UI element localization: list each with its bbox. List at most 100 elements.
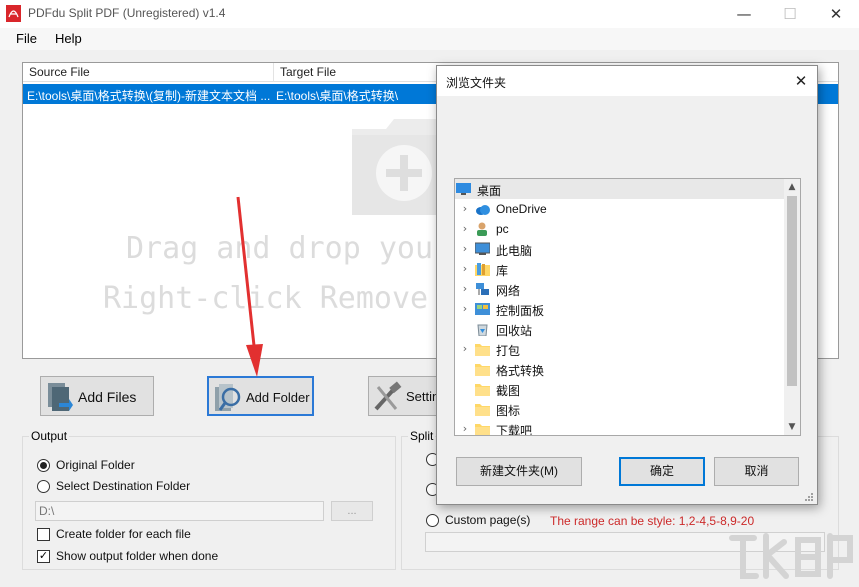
chevron-right-icon[interactable]: › — [459, 299, 471, 319]
tree-item-label: 此电脑 — [496, 244, 533, 258]
chevron-right-icon[interactable]: › — [459, 259, 471, 279]
tree-item[interactable]: › 打包 — [455, 339, 785, 359]
maximize-button[interactable]: ☐ — [767, 0, 813, 28]
select-destination-label[interactable]: Select Destination Folder — [56, 479, 190, 493]
original-folder-label[interactable]: Original Folder — [56, 458, 135, 472]
user-icon — [477, 222, 487, 236]
create-folder-checkbox[interactable] — [37, 528, 50, 541]
browse-button[interactable]: ... — [331, 501, 373, 521]
tree-item[interactable]: 桌面 — [455, 179, 785, 199]
tree-item[interactable]: › 此电脑 — [455, 239, 785, 259]
custom-pages-label[interactable]: Custom page(s) — [445, 513, 530, 527]
close-button[interactable]: ✕ — [813, 0, 859, 28]
tree-item[interactable]: › 库 — [455, 259, 785, 279]
tree-item-label: 打包 — [496, 344, 521, 358]
dialog-title-bar: 浏览文件夹 ✕ — [437, 66, 817, 96]
select-destination-radio[interactable] — [37, 480, 50, 493]
folder-add-icon — [352, 119, 444, 215]
original-folder-radio[interactable] — [37, 459, 50, 472]
folder-tree[interactable]: 桌面 › OneDrive › pc › 此电脑 › 库 › 网络 › 控制面板 回收站 › 打包 格式转换 截图… — [454, 178, 801, 436]
settings-label: Settin — [406, 389, 440, 404]
cancel-button[interactable]: 取消 — [714, 457, 799, 486]
target-file-cell: E:\tools\桌面\格式转换\ — [276, 89, 399, 103]
cloud-icon — [476, 205, 490, 215]
menu-file[interactable]: File — [16, 31, 37, 46]
output-legend: Output — [29, 429, 70, 443]
browse-folder-dialog: 浏览文件夹 ✕ 桌面 › OneDrive › pc › 此电脑 › 库 › 网络 › 控制面板 回收站 ›… — [436, 65, 818, 505]
tree-item[interactable]: › OneDrive — [455, 199, 785, 219]
title-bar: PDFdu Split PDF (Unregistered) v1.4 — ☐ … — [0, 0, 859, 28]
red-arrow-icon — [236, 196, 263, 377]
folder-icon — [475, 364, 490, 376]
chevron-right-icon[interactable]: › — [459, 279, 471, 299]
folder-icon — [475, 344, 490, 356]
tree-item[interactable]: › 控制面板 — [455, 299, 785, 319]
add-files-button[interactable]: Add Files — [40, 376, 154, 416]
show-output-label[interactable]: Show output folder when done — [56, 549, 218, 563]
tree-item[interactable]: 截图 — [455, 379, 785, 399]
tree-item[interactable]: 格式转换 — [455, 359, 785, 379]
tree-item-label: OneDrive — [496, 202, 547, 216]
site-logo-icon — [729, 533, 853, 579]
tree-item[interactable]: › 下载吧 — [455, 419, 785, 436]
tree-item-label: 格式转换 — [496, 364, 545, 378]
scroll-up-arrow-icon[interactable]: ▲ — [784, 179, 800, 195]
tree-item-label: 桌面 — [477, 184, 502, 198]
chevron-right-icon[interactable]: › — [459, 339, 471, 359]
scroll-down-arrow-icon[interactable]: ▼ — [784, 419, 800, 435]
tree-item[interactable]: 图标 — [455, 399, 785, 419]
tree-item-label: pc — [496, 222, 509, 236]
chevron-right-icon[interactable]: › — [459, 199, 471, 219]
tree-item[interactable]: › pc — [455, 219, 785, 239]
chevron-right-icon[interactable]: › — [459, 219, 471, 239]
create-folder-label[interactable]: Create folder for each file — [56, 527, 191, 541]
tree-item-label: 库 — [496, 264, 509, 278]
window-title: PDFdu Split PDF (Unregistered) v1.4 — [28, 6, 226, 20]
range-hint: The range can be style: 1,2-4,5-8,9-20 — [550, 514, 755, 528]
tree-item-label: 网络 — [496, 284, 521, 298]
source-file-cell: E:\tools\桌面\格式转换\(复制)-新建文本文档 ... — [27, 89, 271, 103]
scroll-thumb[interactable] — [787, 196, 797, 386]
folder-icon — [475, 404, 490, 416]
tree-item-label: 下载吧 — [496, 424, 533, 436]
add-files-label: Add Files — [78, 389, 137, 405]
drop-hint-line1: Drag and drop your — [126, 231, 452, 266]
library-icon — [475, 263, 490, 276]
tools-icon — [374, 381, 402, 411]
add-folder-icon — [215, 384, 241, 411]
tree-item[interactable]: › 网络 — [455, 279, 785, 299]
tree-item-label: 回收站 — [496, 324, 533, 338]
network-icon — [476, 283, 489, 295]
control-panel-icon — [475, 303, 490, 315]
folder-icon — [475, 384, 490, 396]
destination-folder-input[interactable]: D:\ — [35, 501, 324, 521]
tree-item[interactable]: 回收站 — [455, 319, 785, 339]
pdf-icon — [6, 5, 21, 22]
new-folder-button[interactable]: 新建文件夹(M) — [456, 457, 582, 486]
tree-item-label: 控制面板 — [496, 304, 545, 318]
menu-help[interactable]: Help — [55, 31, 82, 46]
column-divider[interactable] — [273, 63, 274, 82]
column-source-file[interactable]: Source File — [29, 65, 90, 79]
add-files-icon — [48, 383, 73, 411]
custom-pages-radio[interactable] — [426, 514, 439, 527]
settings-button[interactable]: Settin — [368, 376, 440, 416]
computer-icon — [475, 242, 490, 255]
resize-grip-icon[interactable] — [802, 490, 814, 502]
chevron-right-icon[interactable]: › — [459, 239, 471, 259]
dialog-close-button[interactable]: ✕ — [787, 68, 815, 94]
add-folder-button[interactable]: Add Folder — [207, 376, 314, 416]
menu-bar: File Help — [0, 28, 859, 50]
split-legend: Split — [408, 429, 436, 443]
tree-item-label: 图标 — [496, 404, 521, 418]
minimize-button[interactable]: — — [721, 0, 767, 28]
show-output-checkbox[interactable]: ✓ — [37, 550, 50, 563]
add-folder-label: Add Folder — [246, 390, 310, 405]
tree-scrollbar[interactable]: ▲ ▼ — [784, 179, 800, 435]
desktop-icon — [456, 183, 471, 195]
chevron-right-icon[interactable]: › — [459, 419, 471, 435]
ok-button[interactable]: 确定 — [619, 457, 705, 486]
dialog-title: 浏览文件夹 — [446, 76, 507, 90]
recycle-bin-icon — [477, 324, 488, 336]
column-target-file[interactable]: Target File — [280, 65, 336, 79]
